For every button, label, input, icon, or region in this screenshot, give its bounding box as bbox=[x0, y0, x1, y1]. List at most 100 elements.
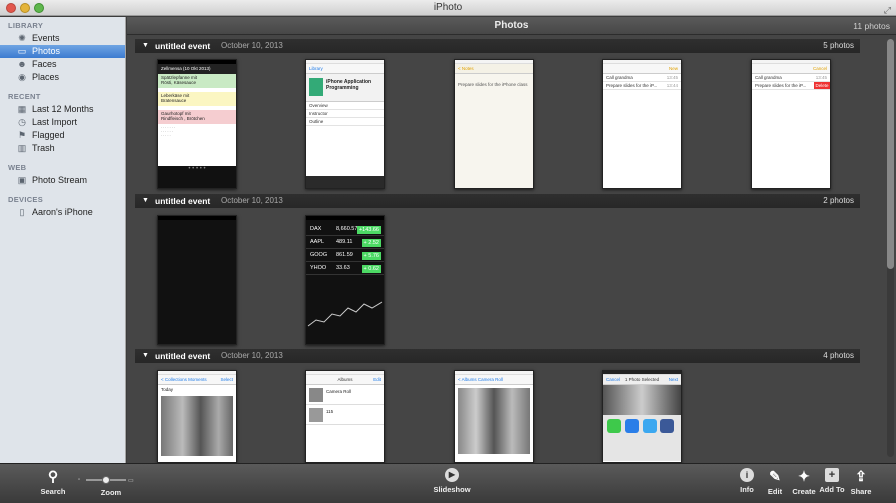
event-count: 2 photos bbox=[823, 196, 854, 205]
thumb-text: < Notes bbox=[455, 64, 533, 74]
photo-thumbnail[interactable]: Albums Edit Camera Roll 115 bbox=[305, 370, 385, 463]
fullscreen-icon[interactable]: ⤢ bbox=[884, 2, 891, 18]
trash-icon: ▥ bbox=[17, 143, 27, 153]
photo-thumbnail[interactable]: Cancel Call grandma 13:45 Prepare slides … bbox=[751, 59, 831, 189]
event-title: untitled event bbox=[155, 41, 211, 51]
create-icon: ✦ bbox=[798, 468, 810, 484]
sidebar-heading-recent: RECENT bbox=[8, 92, 41, 101]
vertical-scrollbar[interactable] bbox=[887, 39, 894, 457]
sidebar-item-label: Last Import bbox=[32, 117, 78, 127]
thumb-text: 13:45 bbox=[815, 75, 827, 80]
photo-thumbnail[interactable]: New Call grandma 13:45 Prepare slides for… bbox=[602, 59, 682, 189]
event-title: untitled event bbox=[155, 351, 211, 361]
thumb-text: New bbox=[603, 64, 681, 74]
create-label: Create bbox=[792, 487, 816, 496]
photo-thumbnail[interactable] bbox=[157, 215, 237, 345]
sidebar-heading-web: WEB bbox=[8, 163, 27, 172]
page-dots-icon: • • • • • bbox=[188, 166, 206, 172]
sidebar-item-label: Photos bbox=[32, 46, 61, 56]
sidebar-item-photo-stream[interactable]: ▣ Photo Stream bbox=[0, 174, 125, 187]
thumb-text: Cancel bbox=[606, 377, 621, 382]
event-date: October 10, 2013 bbox=[221, 41, 283, 50]
thumb-text: Library bbox=[306, 64, 384, 74]
photo-count: 11 photos bbox=[853, 21, 890, 31]
sidebar-item-label: Flagged bbox=[32, 130, 65, 140]
edit-button[interactable]: ✎ Edit bbox=[764, 468, 786, 496]
photo-thumbnail[interactable]: Zellmensa (10 Okt 2013) Spätzlepfanne mi… bbox=[157, 59, 237, 189]
photo-thumbnail[interactable]: DAX 8,660.57 +143.66 AAPL 489.11 + 2.52 … bbox=[305, 215, 385, 345]
thumb-text: Prepare slides for the iP... bbox=[755, 83, 807, 88]
photo-thumbnail[interactable]: Library iPhone Application Programming O… bbox=[305, 59, 385, 189]
thumb-text: Outline bbox=[306, 118, 384, 126]
sidebar-item-faces[interactable]: ☻ Faces bbox=[0, 58, 125, 71]
pencil-icon: ✎ bbox=[769, 468, 781, 484]
sidebar-item-flagged[interactable]: ⚑ Flagged bbox=[0, 129, 125, 142]
thumb-text: 13:45 bbox=[666, 75, 678, 80]
create-button[interactable]: ✦ Create bbox=[790, 468, 818, 496]
scrollbar-thumb[interactable] bbox=[887, 39, 894, 269]
thumb-text: Call grandma bbox=[755, 75, 782, 80]
search-button[interactable]: ⚲ Search bbox=[38, 468, 68, 496]
photo-thumbnail[interactable]: Cancel 1 Photo Selected Next bbox=[602, 370, 682, 463]
places-icon: ◉ bbox=[18, 72, 26, 82]
sidebar-item-events[interactable]: ✺ Events bbox=[0, 32, 125, 45]
sidebar-heading-library: LIBRARY bbox=[8, 21, 44, 30]
sidebar-item-last-12-months[interactable]: ▦ Last 12 Months bbox=[0, 103, 125, 116]
disclosure-triangle-icon[interactable]: ▼ bbox=[142, 194, 149, 208]
sidebar-item-photos[interactable]: ▭ Photos bbox=[0, 45, 125, 58]
iphoto-window: iPhoto ⤢ LIBRARY ✺ Events ▭ Photos ☻ Fac… bbox=[0, 0, 896, 503]
page-title: Photos bbox=[494, 20, 529, 31]
faces-icon: ☻ bbox=[17, 59, 27, 69]
event-date: October 10, 2013 bbox=[221, 351, 283, 360]
sidebar-item-places[interactable]: ◉ Places bbox=[0, 71, 125, 84]
thumb-text: Overview bbox=[306, 102, 384, 110]
disclosure-triangle-icon[interactable]: ▼ bbox=[142, 39, 149, 53]
thumb-text: 13:44 bbox=[666, 83, 678, 88]
thumb-text: < Collections Moments bbox=[161, 377, 207, 382]
sidebar-item-label: Faces bbox=[32, 59, 57, 69]
thumb-text: < Albums Camera Roll bbox=[455, 375, 533, 385]
play-icon: ▶ bbox=[445, 468, 459, 482]
event-header[interactable]: ▼ untitled event October 10, 2013 5 phot… bbox=[135, 39, 860, 53]
thumb-text: 33.63 bbox=[336, 265, 350, 271]
info-button[interactable]: i Info bbox=[736, 468, 758, 494]
slideshow-button[interactable]: ▶ Slideshow bbox=[432, 468, 472, 494]
thumb-text: AAPL bbox=[310, 239, 325, 245]
sidebar-item-label: Events bbox=[32, 33, 60, 43]
add-to-button[interactable]: + Add To bbox=[818, 468, 846, 494]
event-header[interactable]: ▼ untitled event October 10, 2013 4 phot… bbox=[135, 349, 860, 363]
thumb-text: YHOO bbox=[310, 265, 327, 271]
close-window-button[interactable] bbox=[6, 3, 16, 13]
event-count: 5 photos bbox=[823, 41, 854, 50]
photo-thumbnail[interactable]: < Notes Prepare slides for the iPhone cl… bbox=[454, 59, 534, 189]
sidebar-heading-devices: DEVICES bbox=[8, 195, 44, 204]
zoom-knob[interactable] bbox=[102, 476, 110, 484]
sidebar-item-trash[interactable]: ▥ Trash bbox=[0, 142, 125, 155]
thumb-text: Camera Roll bbox=[326, 389, 352, 394]
event-header[interactable]: ▼ untitled event October 10, 2013 2 phot… bbox=[135, 194, 860, 208]
edit-label: Edit bbox=[767, 487, 783, 496]
thumb-text: 489.11 bbox=[336, 239, 353, 245]
calendar-icon: ▦ bbox=[17, 104, 27, 114]
twitter-icon bbox=[642, 419, 657, 433]
photo-thumbnail[interactable]: < Albums Camera Roll bbox=[454, 370, 534, 463]
thumb-text: GOOG bbox=[310, 252, 328, 258]
zoom-large-icon: ▭ bbox=[128, 478, 134, 484]
sidebar-item-label: Aaron's iPhone bbox=[32, 207, 93, 217]
disclosure-triangle-icon[interactable]: ▼ bbox=[142, 349, 149, 363]
thumb-text: Bratensauce bbox=[161, 98, 187, 103]
zoom-slider[interactable]: ▫ ▭ bbox=[78, 476, 134, 484]
thumb-text: + 2.52 bbox=[361, 239, 381, 247]
thumb-text: Edit bbox=[373, 377, 381, 382]
minimize-window-button[interactable] bbox=[20, 3, 30, 13]
thumb-text: Today bbox=[161, 387, 174, 392]
thumb-text: Prepare slides for the iPhone class bbox=[458, 82, 528, 87]
sidebar-item-last-import[interactable]: ◷ Last Import bbox=[0, 116, 125, 129]
clock-icon: ◷ bbox=[18, 117, 26, 127]
sidebar-item-aarons-iphone[interactable]: ▯ Aaron's iPhone bbox=[0, 206, 125, 219]
photo-thumbnail[interactable]: < Collections Moments Select Today bbox=[157, 370, 237, 463]
title-bar: iPhoto ⤢ bbox=[0, 0, 896, 16]
share-button[interactable]: ⇪ Share bbox=[848, 468, 874, 496]
messages-icon bbox=[607, 419, 621, 433]
zoom-window-button[interactable] bbox=[34, 3, 44, 13]
